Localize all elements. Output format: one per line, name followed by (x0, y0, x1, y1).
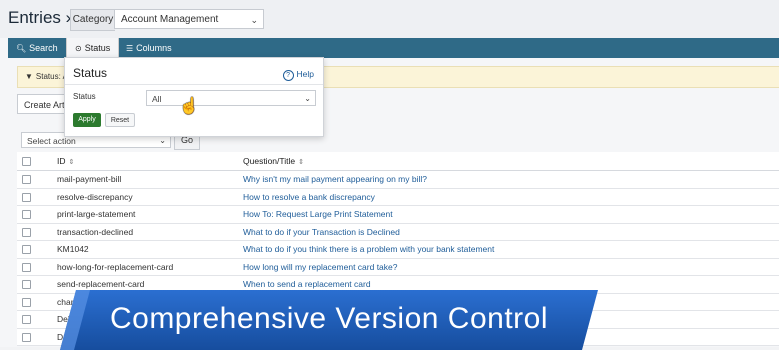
help-link[interactable]: ? Help (282, 69, 314, 81)
search-icon: 🔍︎ (16, 44, 27, 53)
row-title-link[interactable]: What to do if your Transaction is Declin… (243, 224, 400, 241)
clock-icon: ⊙ (75, 44, 82, 53)
list-icon: ☰ (126, 44, 134, 53)
row-id: how-long-for-replacement-card (57, 261, 174, 272)
apply-button[interactable]: Apply (73, 113, 101, 127)
row-title-link[interactable]: How to resolve a bank discrepancy (243, 189, 375, 206)
row-checkbox[interactable] (22, 210, 31, 219)
row-checkbox[interactable] (22, 175, 31, 184)
page-title: Entries » (8, 8, 76, 27)
status-button[interactable]: ⊙ Status (66, 38, 120, 58)
page: Entries » Category Account Management ⌄ … (0, 0, 779, 350)
column-header-id[interactable]: ID ⇕ (57, 152, 74, 172)
row-checkbox[interactable] (22, 332, 31, 342)
column-header-title[interactable]: Question/Title ⇕ (243, 152, 304, 172)
row-checkbox[interactable] (22, 227, 31, 237)
chevron-down-icon: ⌄ (304, 94, 311, 103)
caption-banner: Comprehensive Version Control (60, 290, 598, 350)
select-all-checkbox[interactable] (22, 157, 31, 166)
table-row: resolve-discrepancy How to resolve a bank… (17, 188, 779, 206)
row-checkbox[interactable] (22, 192, 31, 202)
row-id: print-large-statement (57, 209, 136, 219)
filter-text: ▼ Status: A (25, 67, 68, 87)
sort-icon: ⇕ (298, 159, 304, 166)
table-row: how-long-for-replacement-card How long wi… (17, 258, 779, 276)
row-checkbox[interactable] (22, 245, 31, 254)
column-header-id-label: ID (57, 156, 66, 166)
row-id: transaction-declined (57, 226, 134, 237)
divider (65, 84, 323, 85)
help-label: Help (296, 69, 314, 79)
row-checkbox[interactable] (22, 262, 31, 272)
reset-button[interactable]: Reset (105, 113, 135, 127)
table-row: mail-payment-bill Why isn't my mail payme… (17, 171, 779, 189)
table-row: transaction-declined What to do if your T… (17, 223, 779, 241)
search-button[interactable]: 🔍︎ Search (8, 38, 66, 58)
row-checkbox[interactable] (22, 297, 31, 307)
question-circle-icon: ? (282, 70, 294, 81)
toolbar: 🔍︎ Search ⊙ Status ☰ Columns (8, 38, 779, 58)
category-label: Category (70, 9, 115, 31)
status-field-label: Status (73, 92, 96, 101)
table-row: KM1042 What to do if you think there is a… (17, 241, 779, 259)
category-select[interactable]: Account Management ⌄ (114, 9, 264, 29)
row-id: resolve-discrepancy (57, 191, 133, 202)
panel-title: Status (73, 66, 108, 80)
row-checkbox[interactable] (22, 280, 31, 289)
status-label: Status (84, 43, 111, 53)
bulk-action-value: Select action (27, 136, 76, 146)
row-id: mail-payment-bill (57, 174, 122, 184)
row-title-link[interactable]: What to do if you think there is a probl… (243, 241, 494, 258)
columns-label: Columns (136, 43, 172, 53)
search-label: Search (29, 43, 58, 53)
row-title-link[interactable]: How long will my replacement card take? (243, 259, 397, 276)
row-title-link[interactable]: How To: Request Large Print Statement (243, 206, 393, 223)
hand-cursor-icon: ☝ (179, 98, 199, 115)
funnel-icon: ▼ (25, 72, 33, 81)
status-select[interactable]: All ⌄ (146, 90, 316, 106)
table-header-row: ID ⇕ Question/Title ⇕ (17, 152, 779, 171)
columns-button[interactable]: ☰ Columns (118, 38, 180, 58)
row-checkbox[interactable] (22, 315, 31, 324)
category-value: Account Management (121, 14, 219, 25)
column-header-title-label: Question/Title (243, 156, 296, 166)
sort-icon: ⇕ (68, 159, 75, 166)
row-id: KM1042 (57, 244, 89, 254)
chevron-down-icon: ⌄ (250, 15, 258, 25)
status-select-value: All (152, 94, 162, 104)
row-title-link[interactable]: Why isn't my mail payment appearing on m… (243, 171, 427, 188)
header: Entries » Category Account Management ⌄ (0, 0, 779, 38)
banner-caption: Comprehensive Version Control (109, 302, 549, 335)
table-row: print-large-statement How To: Request Lar… (17, 206, 779, 224)
